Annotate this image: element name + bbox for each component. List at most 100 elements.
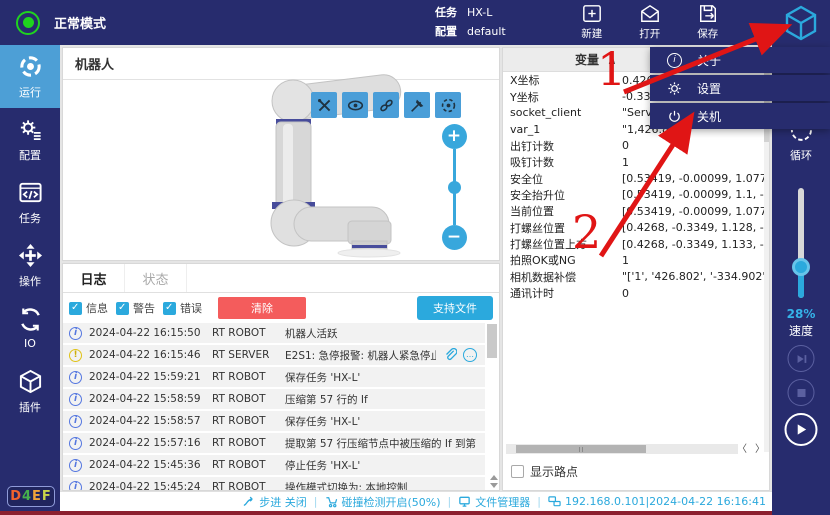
scrollbar-thumb[interactable] — [516, 445, 646, 453]
code-window-icon — [18, 180, 43, 205]
log-time: 2024-04-22 15:57:16 — [89, 437, 205, 449]
clean-button[interactable] — [404, 92, 430, 118]
speed-readout: 28% 速度 — [772, 307, 830, 339]
reset-view-button[interactable] — [435, 92, 461, 118]
sidebar-item-task[interactable]: 任务 — [0, 171, 60, 234]
variable-row[interactable]: 拍照OK或NG 1 — [503, 252, 769, 268]
more-options-icon[interactable]: … — [463, 348, 477, 362]
zoom-out-button[interactable]: − — [442, 225, 467, 250]
file-manager-icon — [458, 495, 471, 508]
variable-row[interactable]: 吸钉计数 1 — [503, 154, 769, 170]
log-row[interactable]: i 2024-04-22 15:58:57 RT ROBOT 保存任务 'HX-… — [63, 411, 485, 431]
log-row[interactable]: i 2024-04-22 15:45:24 RT ROBOT 操作模式切换为: … — [63, 477, 485, 491]
sidebar-item-operate[interactable]: 操作 — [0, 234, 60, 297]
mode-label: 正常模式 — [54, 13, 106, 32]
sidebar-item-config[interactable]: 配置 — [0, 108, 60, 171]
log-time: 2024-04-22 16:15:50 — [89, 327, 205, 339]
speed-slider-handle[interactable] — [792, 258, 810, 276]
variables-horizontal-scrollbar[interactable] — [506, 444, 738, 454]
play-icon — [794, 422, 809, 437]
checkbox-checked-icon — [163, 302, 176, 315]
variable-row[interactable]: 相机数据补偿 "['1', '426.802', '-334.902']" — [503, 269, 769, 285]
eye-icon — [347, 97, 364, 114]
task-config-info: 任务HX-L 配置default — [435, 4, 506, 41]
cube-logo-icon — [782, 4, 820, 42]
variable-name: 当前位置 — [510, 203, 622, 219]
log-source: RT ROBOT — [212, 415, 278, 427]
log-time: 2024-04-22 15:58:57 — [89, 415, 205, 427]
variable-row[interactable]: 打螺丝位置 [0.4268, -0.3349, 1.128, -3.14159,… — [503, 220, 769, 236]
log-message: E2S1: 急停报警: 机器人紧急停止 — [285, 348, 436, 363]
variable-value: 0 — [622, 287, 769, 300]
app-logo-menu-button[interactable] — [782, 4, 820, 42]
scroll-left-arrow[interactable]: 〈 — [737, 440, 747, 455]
filter-error-checkbox[interactable]: 错误 — [163, 300, 202, 316]
menu-item-about[interactable]: i 关于 — [650, 47, 830, 73]
task-label: 任务 — [435, 6, 457, 19]
log-level-icon: i — [69, 393, 82, 406]
sidebar-item-io[interactable]: IO — [0, 297, 60, 360]
filter-info-checkbox[interactable]: 信息 — [69, 300, 108, 316]
log-row[interactable]: i 2024-04-22 15:58:59 RT ROBOT 压缩第 57 行的… — [63, 389, 485, 409]
paperclip-icon[interactable] — [443, 348, 457, 362]
new-task-button[interactable]: 新建 — [581, 4, 603, 41]
tab-status[interactable]: 状态 — [125, 264, 187, 292]
zoom-slider-track[interactable] — [453, 149, 456, 183]
normal-mode-status-icon — [16, 11, 40, 35]
scroll-up-arrow[interactable] — [490, 475, 498, 480]
clear-log-button[interactable]: 清除 — [218, 297, 306, 319]
bottom-edge-strip — [0, 511, 772, 515]
speed-percent: 28% — [772, 307, 830, 321]
sidebar-item-plugin[interactable]: 插件 — [0, 360, 60, 423]
collision-icon — [325, 495, 338, 508]
variable-row[interactable]: 安全位 [0.53419, -0.00099, 1.07764, -3.1404… — [503, 170, 769, 186]
sidebar-item-run[interactable]: 运行 — [0, 45, 60, 108]
support-file-button[interactable]: 支持文件 — [417, 296, 493, 320]
file-manager-button[interactable]: 文件管理器 — [458, 494, 530, 510]
log-row[interactable]: i 2024-04-22 15:59:21 RT ROBOT 保存任务 'HX-… — [63, 367, 485, 387]
speed-slider-track[interactable] — [798, 188, 804, 298]
log-time: 2024-04-22 15:58:59 — [89, 393, 205, 405]
scroll-down-arrow[interactable] — [490, 483, 498, 488]
variable-name: X坐标 — [510, 72, 622, 88]
log-scrollbar-thumb[interactable] — [487, 324, 497, 358]
log-row[interactable]: i 2024-04-22 15:57:16 RT ROBOT 提取第 57 行压… — [63, 433, 485, 453]
scroll-right-arrow[interactable]: 〉 — [755, 440, 765, 455]
flag-clean-icon — [409, 97, 426, 114]
collision-detection-status[interactable]: 碰撞检测开启(50%) — [325, 494, 441, 510]
log-level-icon: i — [69, 459, 82, 472]
zoom-in-button[interactable]: + — [442, 124, 467, 149]
menu-item-settings[interactable]: 设置 — [650, 75, 830, 101]
save-task-button[interactable]: 保存 — [697, 4, 719, 41]
stop-button[interactable] — [788, 379, 815, 406]
variable-value: "['1', '426.802', '-334.902']" — [622, 270, 769, 283]
log-row[interactable]: i 2024-04-22 15:45:36 RT ROBOT 停止任务 'HX-… — [63, 455, 485, 475]
menu-item-shutdown[interactable]: 关机 — [650, 103, 830, 129]
variable-value: 0 — [622, 139, 769, 152]
step-forward-button[interactable] — [788, 345, 815, 372]
visibility-button[interactable] — [342, 92, 368, 118]
move-arrows-icon — [18, 243, 43, 268]
log-message: 操作模式切换为: 本地控制 — [285, 480, 479, 492]
log-row[interactable]: ! 2024-04-22 16:15:46 RT SERVER E2S1: 急停… — [63, 345, 485, 365]
trace-button[interactable] — [373, 92, 399, 118]
network-icon — [548, 495, 561, 508]
play-button[interactable] — [785, 413, 818, 446]
log-message: 保存任务 'HX-L' — [285, 370, 479, 385]
log-message: 保存任务 'HX-L' — [285, 414, 479, 429]
tools-button[interactable] — [311, 92, 337, 118]
status-bar: 步进 关闭 | 碰撞检测开启(50%) | 文件管理器 | 192.168.0.… — [60, 491, 772, 511]
log-scrollbar[interactable] — [486, 324, 498, 490]
log-row[interactable]: i 2024-04-22 16:15:50 RT ROBOT 机器人活跃 … — [63, 323, 485, 343]
filter-warning-checkbox[interactable]: 警告 — [116, 300, 155, 316]
show-waypoints-checkbox[interactable]: 显示路点 — [511, 463, 578, 480]
variable-row[interactable]: 出钉计数 0 — [503, 138, 769, 154]
variable-row[interactable]: 安全抬升位 [0.53419, -0.00099, 1.1, -3.14048,… — [503, 187, 769, 203]
tab-log[interactable]: 日志 — [63, 264, 125, 292]
open-task-button[interactable]: 打开 — [639, 4, 661, 41]
variable-row[interactable]: 打螺丝位置上方 [0.4268, -0.3349, 1.133, -3.1415… — [503, 236, 769, 252]
variable-row[interactable]: 通讯计时 0 — [503, 285, 769, 301]
variable-row[interactable]: 当前位置 [0.53419, -0.00099, 1.07764, -3.140… — [503, 203, 769, 219]
stop-icon — [795, 387, 807, 399]
step-mode-status[interactable]: 步进 关闭 — [242, 494, 307, 510]
